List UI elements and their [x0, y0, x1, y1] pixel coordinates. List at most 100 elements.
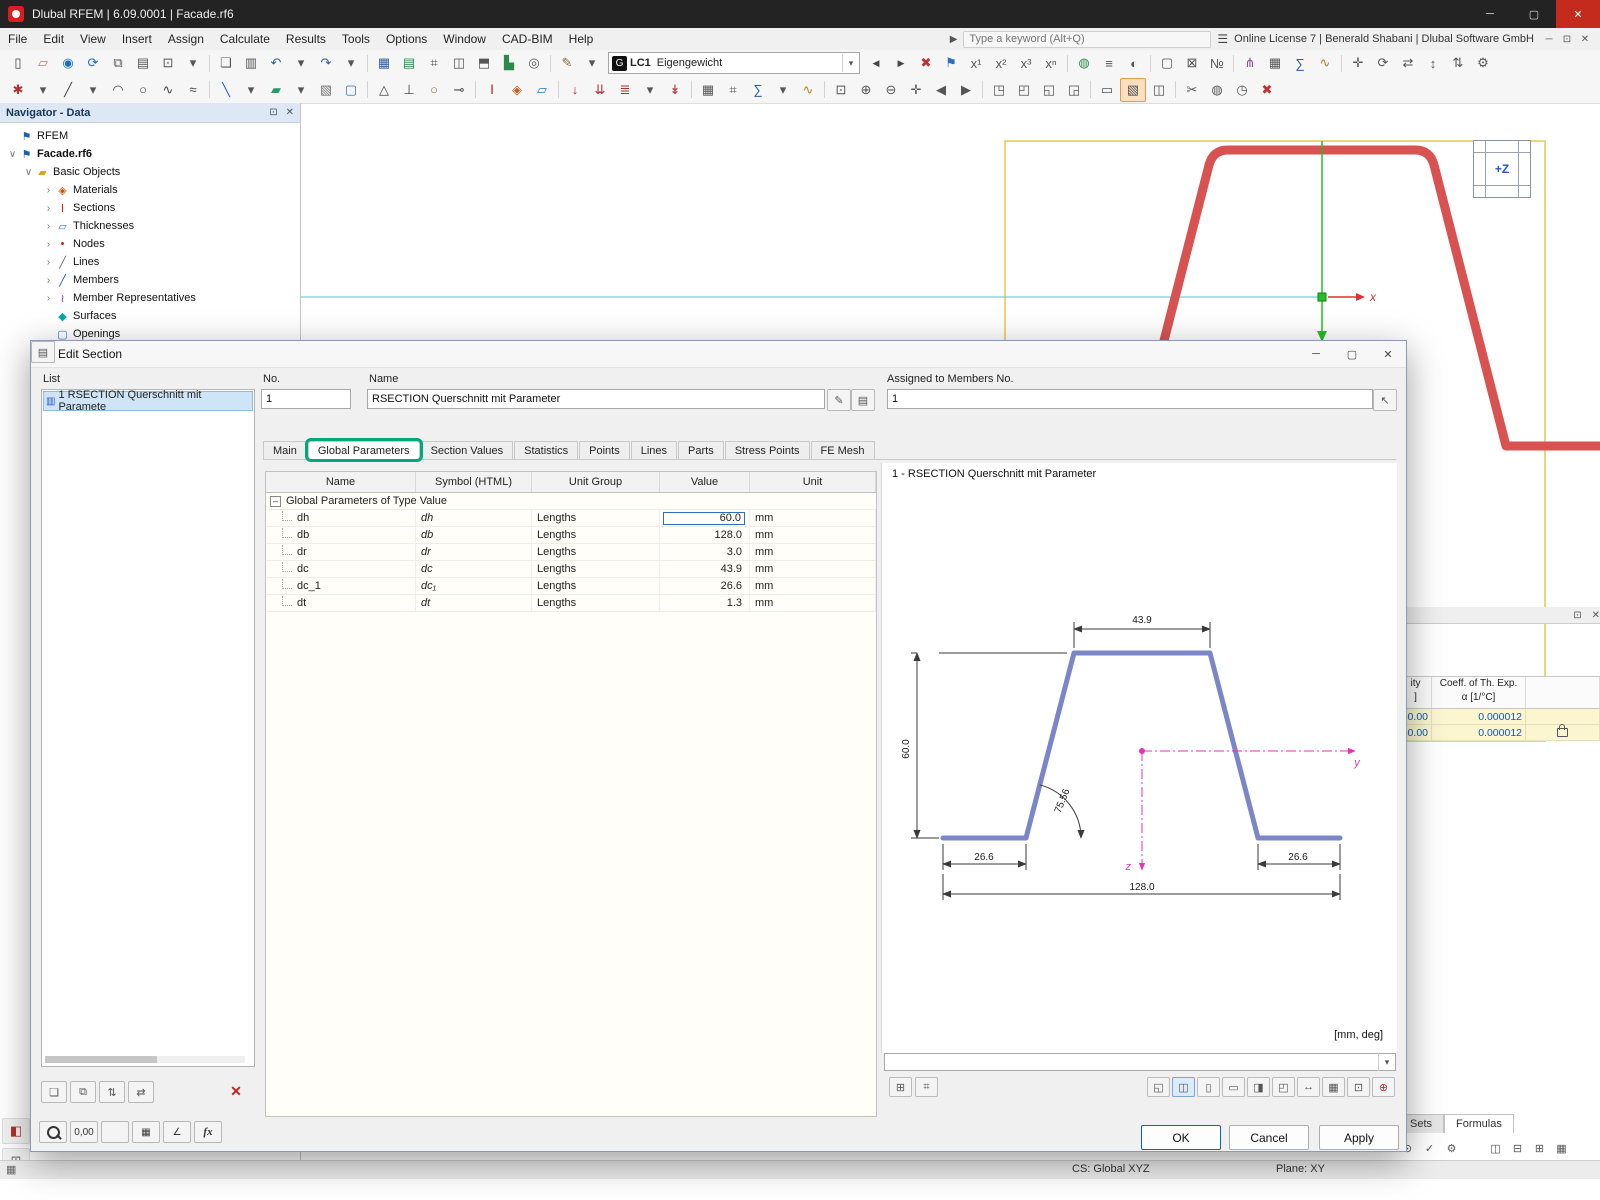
- grid-toggle-button[interactable]: ▦: [1322, 1077, 1345, 1097]
- sync-model-icon[interactable]: ⟳: [81, 52, 105, 74]
- apply-button[interactable]: Apply: [1319, 1125, 1399, 1150]
- generate-mesh-icon[interactable]: ⌗: [721, 79, 745, 101]
- chart-icon[interactable]: ▙: [497, 52, 521, 74]
- command-list-icon[interactable]: ☰: [1217, 32, 1228, 46]
- expander-icon[interactable]: ›: [42, 185, 55, 196]
- print-dd-icon[interactable]: ▾: [181, 52, 205, 74]
- visibility-icon[interactable]: ◍: [1072, 52, 1096, 74]
- tree-item-rfem[interactable]: ⚑ RFEM: [0, 127, 300, 145]
- new-line-icon[interactable]: ╱: [56, 79, 80, 101]
- node-dd-icon[interactable]: ▾: [31, 79, 55, 101]
- parameter-row[interactable]: dr dr Lengths 3.0 mm: [266, 544, 876, 561]
- zoom-reset-button[interactable]: ⊕: [1372, 1077, 1395, 1097]
- expander-icon[interactable]: ›: [42, 275, 55, 286]
- tab-statistics[interactable]: Statistics: [514, 441, 578, 459]
- new-thickness-icon[interactable]: ▱: [530, 79, 554, 101]
- collapse-icon[interactable]: [270, 496, 281, 507]
- section-list[interactable]: ▥ 1 RSECTION Querschnitt mit Paramete: [41, 389, 255, 1067]
- menu-item[interactable]: File: [0, 29, 35, 50]
- tab-points[interactable]: Points: [579, 441, 630, 459]
- shaded-render-icon[interactable]: ▧: [1120, 78, 1146, 102]
- zoom-window-icon[interactable]: ⊡: [829, 79, 853, 101]
- layout-one-icon[interactable]: ◫: [1486, 1140, 1505, 1157]
- tab-global-parameters[interactable]: Global Parameters: [308, 441, 420, 459]
- tree-item-thicknesses[interactable]: › ▱ Thicknesses: [0, 217, 300, 235]
- menu-item[interactable]: Assign: [160, 29, 212, 50]
- close-button[interactable]: ✕: [1556, 0, 1600, 28]
- undo-dd-icon[interactable]: ▾: [289, 52, 313, 74]
- half-view-icon[interactable]: ◐: [1122, 52, 1146, 74]
- view-cube-cell[interactable]: [1519, 141, 1530, 152]
- tab-main[interactable]: Main: [263, 441, 307, 459]
- scrollbar-thumb[interactable]: [45, 1056, 157, 1063]
- open-model-icon[interactable]: ▱: [31, 52, 55, 74]
- library-button[interactable]: ▤: [31, 341, 55, 363]
- line-dd-icon[interactable]: ▾: [81, 79, 105, 101]
- tab-stress-points[interactable]: Stress Points: [725, 441, 810, 459]
- sort-button[interactable]: ⇅: [99, 1081, 125, 1103]
- transfer-button[interactable]: ⇄: [128, 1081, 154, 1103]
- result-x1-icon[interactable]: x¹: [964, 52, 988, 74]
- settings-icon[interactable]: ⚙: [1471, 52, 1495, 74]
- ok-button[interactable]: OK: [1141, 1125, 1221, 1150]
- view-cube-z-label[interactable]: +Z: [1486, 153, 1518, 185]
- next-view-icon[interactable]: ▶: [954, 79, 978, 101]
- new-member-icon[interactable]: ╲: [214, 79, 238, 101]
- value-box[interactable]: 26.6: [718, 580, 745, 592]
- result-x3-icon[interactable]: x³: [1014, 52, 1038, 74]
- layout-four-icon[interactable]: ▦: [1552, 1140, 1571, 1157]
- mirror-icon[interactable]: ⇄: [1396, 52, 1420, 74]
- filter-dd-icon[interactable]: ▾: [580, 52, 604, 74]
- run-command-icon[interactable]: ▶: [950, 34, 958, 45]
- expander-icon[interactable]: ›: [42, 221, 55, 232]
- view-direction-button[interactable]: ◱: [1147, 1077, 1170, 1097]
- keyword-search-input[interactable]: [963, 31, 1211, 48]
- expander-icon[interactable]: ›: [42, 293, 55, 304]
- two-views-button[interactable]: ◫: [1172, 1077, 1195, 1097]
- tab-fe-mesh[interactable]: FE Mesh: [811, 441, 875, 459]
- pan-icon[interactable]: ✛: [904, 79, 928, 101]
- zoom-in-icon[interactable]: ⊕: [854, 79, 878, 101]
- transparent-render-icon[interactable]: ◫: [1147, 79, 1171, 101]
- chevron-down-icon[interactable]: ▾: [1378, 1053, 1395, 1071]
- spacer[interactable]: [1464, 1140, 1483, 1157]
- close-panel-icon[interactable]: ✕: [1592, 610, 1600, 621]
- list-horizontal-scrollbar[interactable]: [45, 1056, 245, 1063]
- delete-results-icon[interactable]: ✖: [914, 52, 938, 74]
- tab-parts[interactable]: Parts: [678, 441, 724, 459]
- new-section-icon[interactable]: Ⅰ: [480, 79, 504, 101]
- export-icon[interactable]: ⬒: [472, 52, 496, 74]
- filter-edit-icon[interactable]: ✎: [555, 52, 579, 74]
- new-material-icon[interactable]: ◈: [505, 79, 529, 101]
- parameter-row[interactable]: dc_1 dc₁ Lengths 26.6 mm: [266, 578, 876, 595]
- tree-item-surfaces[interactable]: ◆ Surfaces: [0, 307, 300, 325]
- lc-flag-icon[interactable]: ⚑: [939, 52, 963, 74]
- value-box[interactable]: 128.0: [711, 529, 745, 541]
- parameter-value-cell[interactable]: 1.3: [660, 595, 750, 611]
- value-box[interactable]: 60.0: [663, 512, 745, 525]
- view-side-button[interactable]: ◨: [1247, 1077, 1270, 1097]
- area-load-icon[interactable]: ≣: [613, 79, 637, 101]
- float-panel-icon[interactable]: ⊡: [269, 107, 277, 118]
- mdi-minimize-button[interactable]: ─: [1540, 31, 1558, 47]
- apply-check-icon[interactable]: ✓: [1420, 1140, 1439, 1157]
- parameter-value-cell[interactable]: 3.0: [660, 544, 750, 560]
- menu-item[interactable]: Help: [561, 29, 602, 50]
- new-node-support-icon[interactable]: △: [372, 79, 396, 101]
- numbering-icon[interactable]: №: [1205, 52, 1229, 74]
- section-list-item[interactable]: ▥ 1 RSECTION Querschnitt mit Paramete: [43, 391, 253, 411]
- view-cube-cell[interactable]: [1474, 153, 1485, 185]
- tree-item-facade[interactable]: ∨ ⚑ Facade.rf6: [0, 145, 300, 163]
- expander-icon[interactable]: ›: [42, 239, 55, 250]
- dialog-maximize-button[interactable]: ▢: [1334, 342, 1370, 367]
- menu-item[interactable]: Tools: [334, 29, 378, 50]
- layout-two-icon[interactable]: ⊟: [1508, 1140, 1527, 1157]
- new-opening-icon[interactable]: ▢: [339, 79, 363, 101]
- mesh-settings-icon[interactable]: ▦: [696, 79, 720, 101]
- guidelines-icon[interactable]: ⌗: [422, 52, 446, 74]
- view-front-button[interactable]: ▯: [1197, 1077, 1220, 1097]
- tree-item-materials[interactable]: › ◈ Materials: [0, 181, 300, 199]
- nodal-load-icon[interactable]: ↓: [563, 79, 587, 101]
- tab-lines[interactable]: Lines: [631, 441, 677, 459]
- mdi-restore-button[interactable]: ⊡: [1558, 31, 1576, 47]
